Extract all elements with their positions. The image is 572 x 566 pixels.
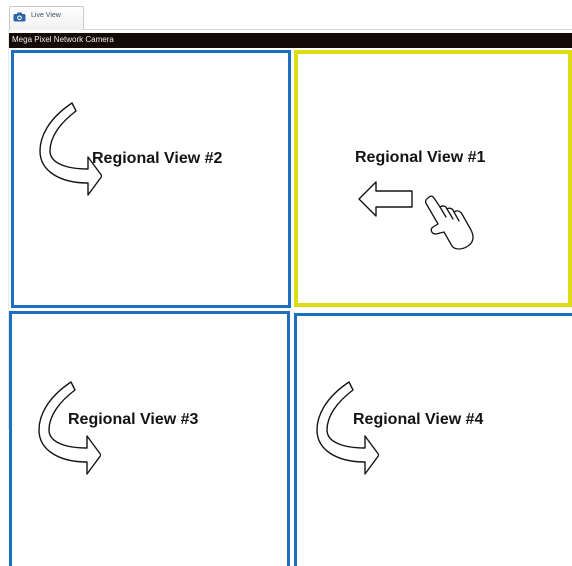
regional-view-2-label: Regional View #2 xyxy=(92,150,223,167)
camera-icon xyxy=(13,12,26,22)
tab-strip-divider xyxy=(84,29,572,30)
regional-view-4-label: Regional View #4 xyxy=(353,411,484,428)
regional-view-1-panel[interactable]: Regional View #1 xyxy=(294,50,572,307)
tab-live-view-label: Live View xyxy=(31,12,61,19)
hand-pointer-icon xyxy=(424,195,474,250)
regional-view-3-panel[interactable]: Regional View #3 xyxy=(9,311,290,566)
left-gutter xyxy=(0,30,9,430)
camera-title: Mega Pixel Network Camera xyxy=(12,35,114,44)
regional-view-4-panel[interactable]: Regional View #4 xyxy=(294,313,572,566)
regional-view-1-label: Regional View #1 xyxy=(355,149,486,166)
left-arrow-icon xyxy=(358,181,413,217)
live-view-window: Live View Mega Pixel Network Camera Regi… xyxy=(0,0,572,566)
tab-live-view[interactable]: Live View xyxy=(9,6,84,30)
tab-strip: Live View xyxy=(0,0,572,30)
regional-view-3-label: Regional View #3 xyxy=(68,411,199,428)
regional-view-2-panel[interactable]: Regional View #2 xyxy=(11,50,291,308)
rotate-arrow-icon xyxy=(39,102,102,196)
camera-title-bar: Mega Pixel Network Camera xyxy=(9,33,572,48)
